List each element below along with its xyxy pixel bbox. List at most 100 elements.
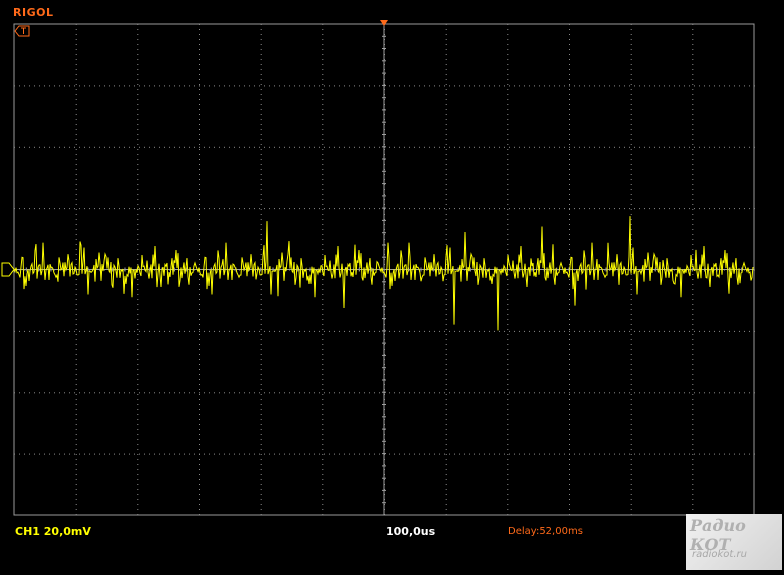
grid-dot — [344, 392, 345, 394]
grid-dot — [294, 85, 295, 87]
grid-dot — [114, 85, 115, 87]
grid-dot — [630, 499, 632, 500]
grid-dot — [84, 453, 85, 455]
grid-dot — [84, 330, 85, 332]
grid-dot — [137, 474, 139, 475]
grid-dot — [99, 392, 100, 394]
grid-dot — [75, 214, 77, 215]
waveform-display — [1, 20, 755, 516]
grid-dot — [724, 453, 725, 455]
grid-dot — [630, 54, 632, 55]
grid-dot — [199, 424, 200, 425]
grid-dot — [259, 208, 260, 210]
grid-dot — [260, 429, 262, 430]
grid-dot — [154, 146, 155, 148]
grid-dot — [445, 284, 447, 285]
grid-dot — [419, 85, 420, 87]
grid-dot — [644, 453, 645, 455]
grid-dot — [445, 109, 447, 110]
grid-dot — [729, 146, 730, 148]
grid-dot — [507, 394, 509, 395]
grid-dot — [692, 459, 694, 460]
grid-dot — [260, 449, 262, 450]
grid-dot — [137, 294, 139, 295]
grid-dot — [137, 134, 139, 135]
grid-dot — [692, 439, 694, 440]
grid-dot — [269, 85, 270, 87]
grid-dot — [322, 239, 324, 240]
grid-dot — [599, 85, 600, 87]
grid-dot — [322, 34, 324, 35]
grid-dot — [260, 64, 262, 65]
grid-dot — [260, 479, 262, 480]
grid-dot — [364, 330, 365, 332]
grid-dot — [445, 399, 447, 400]
grid-dot — [489, 208, 490, 210]
grid-dot — [137, 144, 139, 145]
grid-dot — [719, 453, 720, 455]
grid-dot — [137, 319, 139, 320]
grid-dot — [569, 509, 570, 510]
grid-dot — [569, 374, 570, 375]
grid-dot — [75, 409, 77, 410]
grid-dot — [549, 392, 550, 394]
grid-dot — [379, 392, 380, 394]
grid-dot — [504, 85, 505, 87]
grid-dot — [284, 85, 285, 87]
grid-dot — [260, 264, 262, 265]
grid-dot — [629, 85, 630, 87]
grid-dot — [445, 439, 447, 440]
grid-dot — [260, 279, 262, 280]
grid-dot — [445, 94, 447, 95]
grid-dot — [214, 85, 215, 87]
grid-dot — [744, 208, 745, 210]
grid-dot — [109, 208, 110, 210]
grid-dot — [75, 404, 77, 405]
grid-dot — [569, 424, 570, 425]
grid-dot — [322, 174, 324, 175]
grid-dot — [479, 330, 480, 332]
grid-dot — [75, 34, 77, 35]
grid-dot — [630, 44, 632, 45]
grid-dot — [507, 109, 509, 110]
grid-dot — [630, 69, 632, 70]
grid-dot — [744, 330, 745, 332]
grid-dot — [264, 392, 265, 394]
grid-dot — [569, 449, 570, 450]
grid-dot — [137, 149, 139, 150]
grid-dot — [137, 114, 139, 115]
grid-dot — [75, 474, 77, 475]
grid-dot — [445, 314, 447, 315]
grid-dot — [322, 159, 324, 160]
grid-dot — [244, 330, 245, 332]
grid-dot — [724, 330, 725, 332]
grid-dot — [322, 119, 324, 120]
grid-dot — [569, 114, 570, 115]
grid-dot — [309, 208, 310, 210]
grid-dot — [630, 479, 632, 480]
grid-dot — [284, 146, 285, 148]
grid-dot — [709, 146, 710, 148]
grid-dot — [322, 279, 324, 280]
grid-dot — [507, 224, 509, 225]
grid-dot — [137, 349, 139, 350]
grid-dot — [692, 209, 694, 210]
grid-dot — [137, 314, 139, 315]
grid-dot — [630, 444, 632, 445]
grid-dot — [199, 349, 200, 350]
grid-dot — [289, 85, 290, 87]
grid-dot — [692, 504, 694, 505]
grid-dot — [137, 219, 139, 220]
grid-dot — [74, 208, 75, 210]
grid-dot — [630, 424, 632, 425]
grid-dot — [630, 309, 632, 310]
grid-dot — [349, 85, 350, 87]
grid-dot — [194, 85, 195, 87]
grid-dot — [445, 379, 447, 380]
grid-dot — [445, 344, 447, 345]
grid-dot — [569, 209, 570, 210]
grid-dot — [179, 330, 180, 332]
grid-dot — [630, 154, 632, 155]
grid-dot — [504, 392, 505, 394]
grid-dot — [324, 392, 325, 394]
